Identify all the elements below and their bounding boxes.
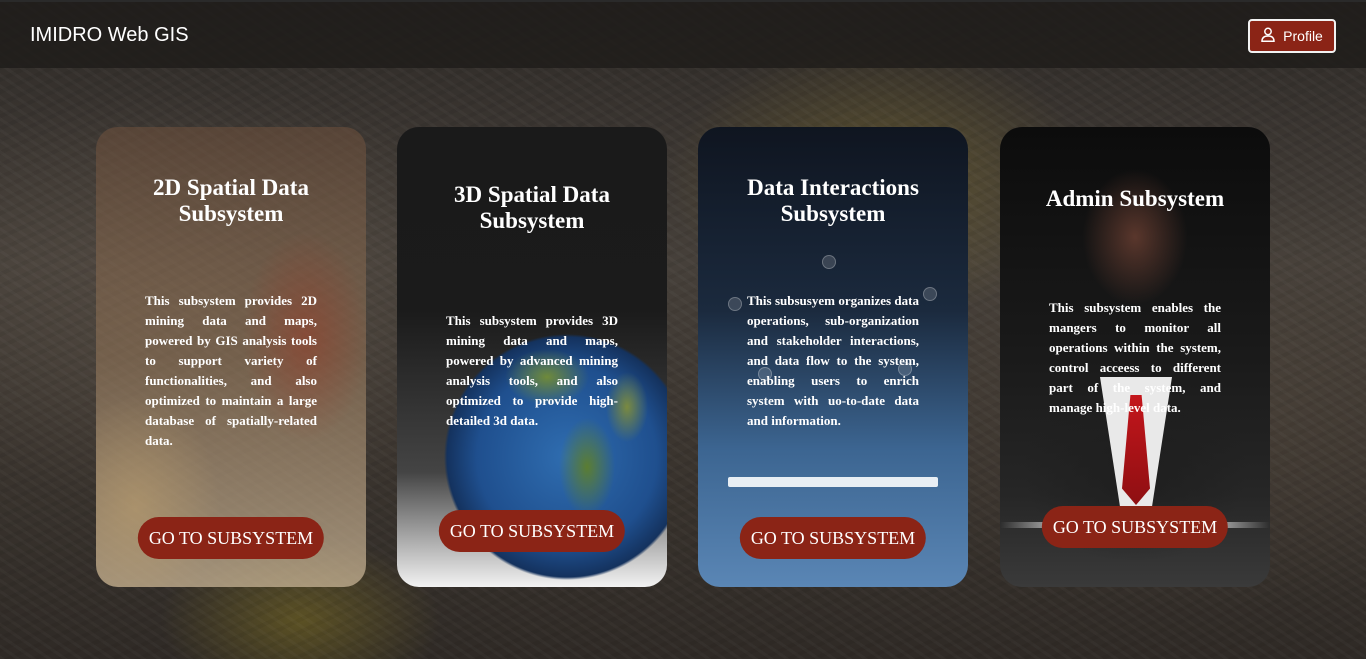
network-node-icon [923,287,937,301]
brand-title[interactable]: IMIDRO Web GIS [30,24,189,47]
card-title: Data Interactions Subsystem [747,175,919,226]
card-title: 2D Spatial Data Subsystem [153,175,309,226]
card-admin: Admin Subsystem This subsystem enables t… [1000,127,1270,587]
card-description: This subsystem provides 3D mining data a… [446,313,618,428]
card-2d-spatial: 2D Spatial Data Subsystem This subsystem… [96,127,366,587]
go-to-subsystem-button[interactable]: GO TO SUBSYSTEM [1041,506,1229,548]
card-description: This subsystem enables the mangers to mo… [1049,300,1221,415]
card-3d-spatial: 3D Spatial Data Subsystem This subsystem… [397,127,667,587]
profile-label: Profile [1283,28,1323,44]
card-title: 3D Spatial Data Subsystem [454,182,610,233]
network-node-icon [822,255,836,269]
go-to-subsystem-button[interactable]: GO TO SUBSYSTEM [739,517,927,559]
meeting-table [728,477,938,487]
network-node-icon [728,297,742,311]
user-icon [1261,27,1275,45]
card-data-interactions: Data Interactions Subsystem This subsusy… [698,127,968,587]
card-title: Admin Subsystem [1045,186,1225,211]
card-description: This subsusyem organizes data operations… [747,293,919,428]
go-to-subsystem-button[interactable]: GO TO SUBSYSTEM [438,510,626,552]
go-to-subsystem-button[interactable]: GO TO SUBSYSTEM [137,517,325,559]
card-description: This subsystem provides 2D mining data a… [145,293,317,448]
navbar: IMIDRO Web GIS Profile [0,0,1366,68]
profile-button[interactable]: Profile [1248,19,1336,53]
